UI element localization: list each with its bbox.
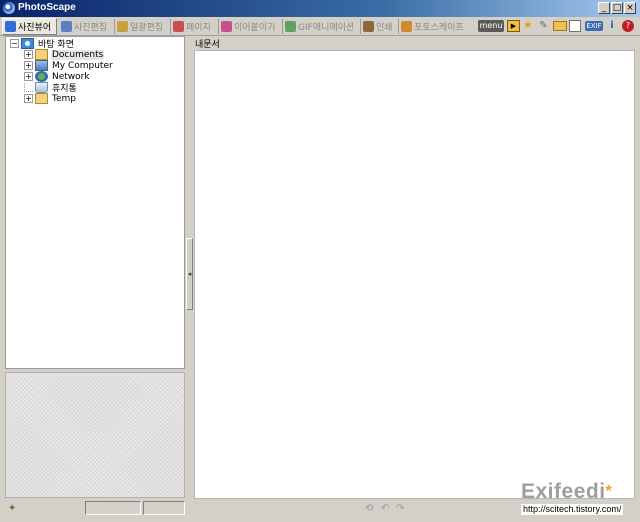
tab-photoscape[interactable]: 포토스케이프	[399, 18, 471, 35]
desktop-icon	[21, 38, 34, 49]
maximize-button[interactable]: □	[611, 2, 623, 14]
print-icon	[363, 21, 374, 32]
tab-print[interactable]: 인쇄	[361, 18, 397, 35]
folder-icon	[35, 93, 48, 104]
tree-node-desktop[interactable]: − 바탕 화면	[10, 38, 75, 50]
thumbnail-preview-panel	[5, 372, 185, 498]
close-button[interactable]: ×	[624, 2, 636, 14]
undo-icon[interactable]: ↶	[381, 503, 389, 514]
folder-icon	[35, 49, 48, 60]
collapse-icon[interactable]: −	[10, 39, 19, 48]
tab-photo-viewer[interactable]: 사진뷰어	[2, 18, 57, 35]
tree-node-temp[interactable]: + Temp	[24, 93, 77, 104]
network-icon	[35, 71, 48, 82]
folder-icon[interactable]	[553, 21, 567, 31]
expand-icon[interactable]: +	[24, 61, 33, 70]
exif-icon[interactable]: EXIF	[585, 21, 603, 31]
status-panel	[143, 501, 185, 515]
panel-splitter-handle[interactable]: ◂	[186, 238, 193, 310]
wand-icon[interactable]: ✦	[8, 503, 16, 514]
title-bar: PhotoScape _ □ ×	[0, 0, 640, 17]
thumbnail-content-area[interactable]	[194, 50, 635, 499]
tab-batch-editor[interactable]: 일괄편집	[115, 18, 169, 35]
gif-animation-icon	[285, 21, 296, 32]
recycle-bin-icon	[35, 82, 48, 93]
tree-node-documents[interactable]: + Documents	[24, 49, 105, 60]
expand-icon[interactable]: +	[24, 94, 33, 103]
watermark: Exifeedi* http://scitech.tistory.com/	[521, 480, 633, 516]
rotate-icon[interactable]: ⟲	[365, 503, 373, 514]
slideshow-icon[interactable]: ▶	[507, 20, 520, 32]
tab-gif-animation[interactable]: GIF애니메이션	[283, 18, 359, 35]
info-icon[interactable]: i	[607, 19, 617, 33]
watermark-brand: Exifeedi*	[521, 480, 613, 503]
star-icon[interactable]: ★	[521, 19, 535, 33]
tree-node-my-computer[interactable]: + My Computer	[24, 60, 114, 71]
expand-icon[interactable]: +	[24, 72, 33, 81]
folder-tree: − 바탕 화면 + Documents + My Computer + Netw…	[5, 36, 185, 369]
computer-icon	[35, 60, 48, 71]
photo-editor-icon	[61, 21, 72, 32]
page-icon	[173, 21, 184, 32]
tools-icon[interactable]: ✎	[536, 19, 551, 33]
tab-photo-editor[interactable]: 사진편집	[59, 18, 113, 35]
photo-viewer-icon	[5, 21, 16, 32]
tree-connector	[24, 83, 33, 92]
help-icon[interactable]: ?	[622, 20, 634, 32]
copy-icon[interactable]	[569, 20, 581, 32]
current-folder-label: 내문서	[195, 40, 220, 50]
watermark-url: http://scitech.tistory.com/	[521, 504, 624, 515]
photoscape-icon	[401, 21, 412, 32]
photoscape-app-icon	[3, 2, 15, 14]
expand-icon[interactable]: +	[24, 50, 33, 59]
menu-icon[interactable]: menu	[478, 20, 504, 32]
star-icon: *	[605, 483, 613, 500]
batch-editor-icon	[117, 21, 128, 32]
minimize-button[interactable]: _	[598, 2, 610, 14]
status-panel	[85, 501, 141, 515]
tree-node-recycle-bin[interactable]: 휴지통	[24, 82, 78, 94]
tab-page[interactable]: 페이지	[171, 18, 217, 35]
redo-icon[interactable]: ↷	[396, 503, 404, 514]
combine-icon	[221, 21, 232, 32]
tab-combine[interactable]: 이어붙이기	[219, 18, 281, 35]
window-title: PhotoScape	[18, 2, 76, 13]
